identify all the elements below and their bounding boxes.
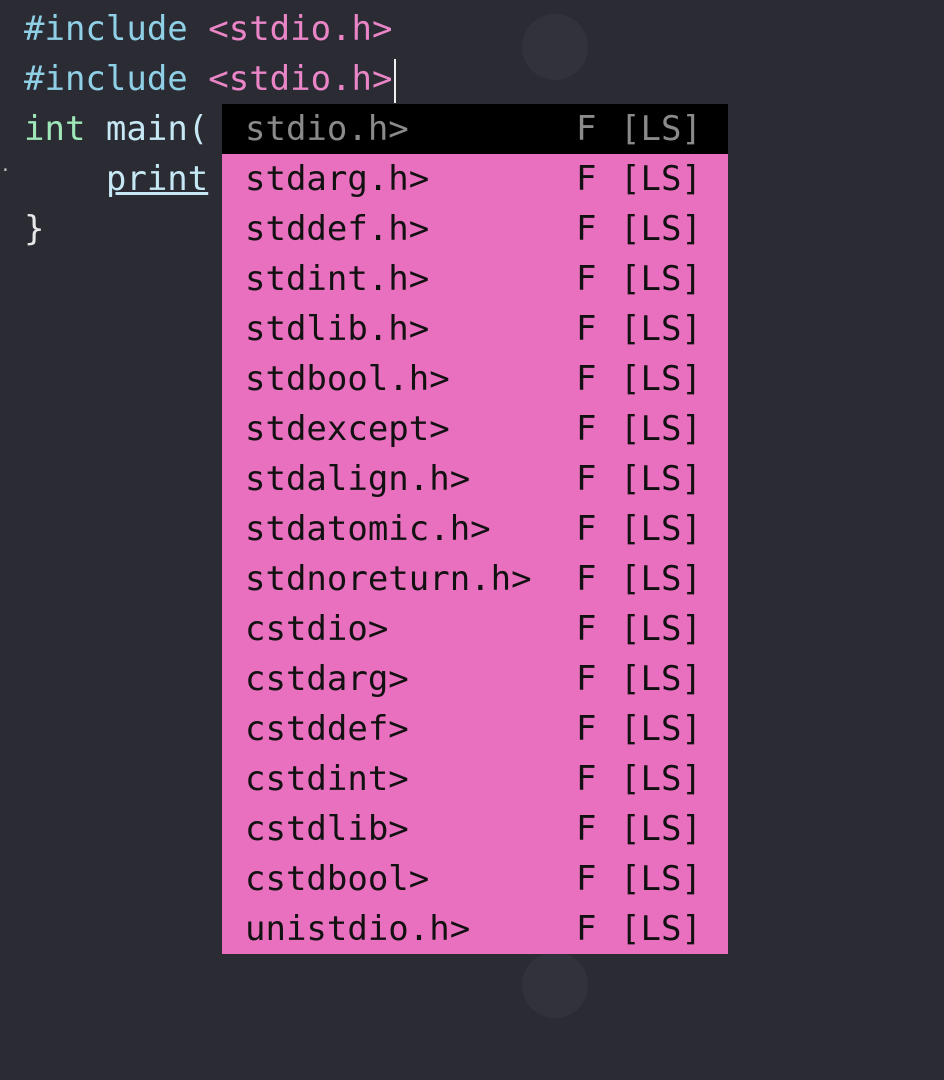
- completion-item[interactable]: cstdarg> F [LS]: [222, 654, 728, 704]
- completion-item[interactable]: cstddef> F [LS]: [222, 704, 728, 754]
- completion-kind: F: [576, 359, 597, 399]
- code-line: }: [24, 204, 44, 254]
- gutter-marker: ·: [0, 160, 11, 181]
- completion-source: [LS]: [620, 209, 702, 249]
- preprocessor-keyword: #include: [24, 59, 188, 99]
- completion-item[interactable]: stddef.h> F [LS]: [222, 204, 728, 254]
- completion-word: stdalign.h>: [245, 459, 471, 499]
- completion-source: [LS]: [620, 109, 702, 149]
- completion-source: [LS]: [620, 759, 702, 799]
- type-keyword: int: [24, 109, 86, 149]
- completion-kind: F: [576, 759, 597, 799]
- completion-item[interactable]: stdlib.h> F [LS]: [222, 304, 728, 354]
- completion-kind: F: [576, 509, 597, 549]
- completion-item[interactable]: stdalign.h> F [LS]: [222, 454, 728, 504]
- completion-source: [LS]: [620, 659, 702, 699]
- text-cursor: [394, 58, 397, 103]
- completion-source: [LS]: [620, 859, 702, 899]
- completion-source: [LS]: [620, 459, 702, 499]
- completion-kind: F: [576, 559, 597, 599]
- completion-source: [LS]: [620, 809, 702, 849]
- completion-source: [LS]: [620, 709, 702, 749]
- completion-source: [LS]: [620, 559, 702, 599]
- completion-source: [LS]: [620, 509, 702, 549]
- completion-kind: F: [576, 709, 597, 749]
- completion-word: stdexcept>: [245, 409, 450, 449]
- completion-item[interactable]: stdexcept> F [LS]: [222, 404, 728, 454]
- completion-kind: F: [576, 659, 597, 699]
- completion-kind: F: [576, 609, 597, 649]
- completion-item[interactable]: cstdlib> F [LS]: [222, 804, 728, 854]
- completion-kind: F: [576, 459, 597, 499]
- completion-source: [LS]: [620, 409, 702, 449]
- completion-word: stdarg.h>: [245, 159, 430, 199]
- completion-word: stdnoreturn.h>: [245, 559, 532, 599]
- completion-source: [LS]: [620, 259, 702, 299]
- completion-item[interactable]: stdint.h> F [LS]: [222, 254, 728, 304]
- code-line: #include <stdio.h>: [24, 54, 397, 104]
- completion-kind: F: [576, 309, 597, 349]
- completion-word: stdint.h>: [245, 259, 430, 299]
- completion-word: cstdint>: [245, 759, 409, 799]
- completion-word: unistdio.h>: [245, 909, 471, 949]
- completion-item[interactable]: stdbool.h> F [LS]: [222, 354, 728, 404]
- completion-word: stddef.h>: [245, 209, 430, 249]
- completion-kind: F: [576, 909, 597, 949]
- completion-source: [LS]: [620, 909, 702, 949]
- closing-brace: }: [24, 209, 45, 249]
- completion-source: [LS]: [620, 609, 702, 649]
- completion-word: stdatomic.h>: [245, 509, 491, 549]
- completion-word: stdlib.h>: [245, 309, 430, 349]
- preprocessor-keyword: #include: [24, 9, 188, 49]
- completion-item[interactable]: unistdio.h> F [LS]: [222, 904, 728, 954]
- code-line: #include <stdio.h>: [24, 4, 392, 54]
- completion-word: stdio.h>: [245, 109, 409, 149]
- function-call: print: [105, 159, 209, 199]
- code-line: print: [24, 154, 208, 204]
- completion-kind: F: [576, 809, 597, 849]
- include-path: <stdio.h>: [208, 59, 393, 99]
- completion-item[interactable]: stdatomic.h> F [LS]: [222, 504, 728, 554]
- completion-source: [LS]: [620, 359, 702, 399]
- code-line: int main(: [24, 104, 208, 154]
- completion-kind: F: [576, 259, 597, 299]
- completion-word: cstdbool>: [245, 859, 430, 899]
- completion-kind: F: [576, 109, 597, 149]
- completion-kind: F: [576, 159, 597, 199]
- completion-word: cstdlib>: [245, 809, 409, 849]
- completion-source: [LS]: [620, 159, 702, 199]
- completion-item[interactable]: cstdio> F [LS]: [222, 604, 728, 654]
- completion-word: cstddef>: [245, 709, 409, 749]
- completion-kind: F: [576, 409, 597, 449]
- completion-item[interactable]: stdarg.h> F [LS]: [222, 154, 728, 204]
- completion-source: [LS]: [620, 309, 702, 349]
- completion-word: stdbool.h>: [245, 359, 450, 399]
- completion-item-selected[interactable]: stdio.h> F [LS]: [222, 104, 728, 154]
- completion-popup[interactable]: stdio.h> F [LS] stdarg.h> F [LS] stddef.h> F [LS…: [222, 104, 728, 954]
- completion-item[interactable]: cstdint> F [LS]: [222, 754, 728, 804]
- completion-word: cstdarg>: [245, 659, 409, 699]
- completion-kind: F: [576, 209, 597, 249]
- completion-word: cstdio>: [245, 609, 389, 649]
- completion-kind: F: [576, 859, 597, 899]
- function-name: main(: [105, 109, 209, 149]
- completion-item[interactable]: cstdbool> F [LS]: [222, 854, 728, 904]
- include-path: <stdio.h>: [208, 9, 393, 49]
- completion-item[interactable]: stdnoreturn.h> F [LS]: [222, 554, 728, 604]
